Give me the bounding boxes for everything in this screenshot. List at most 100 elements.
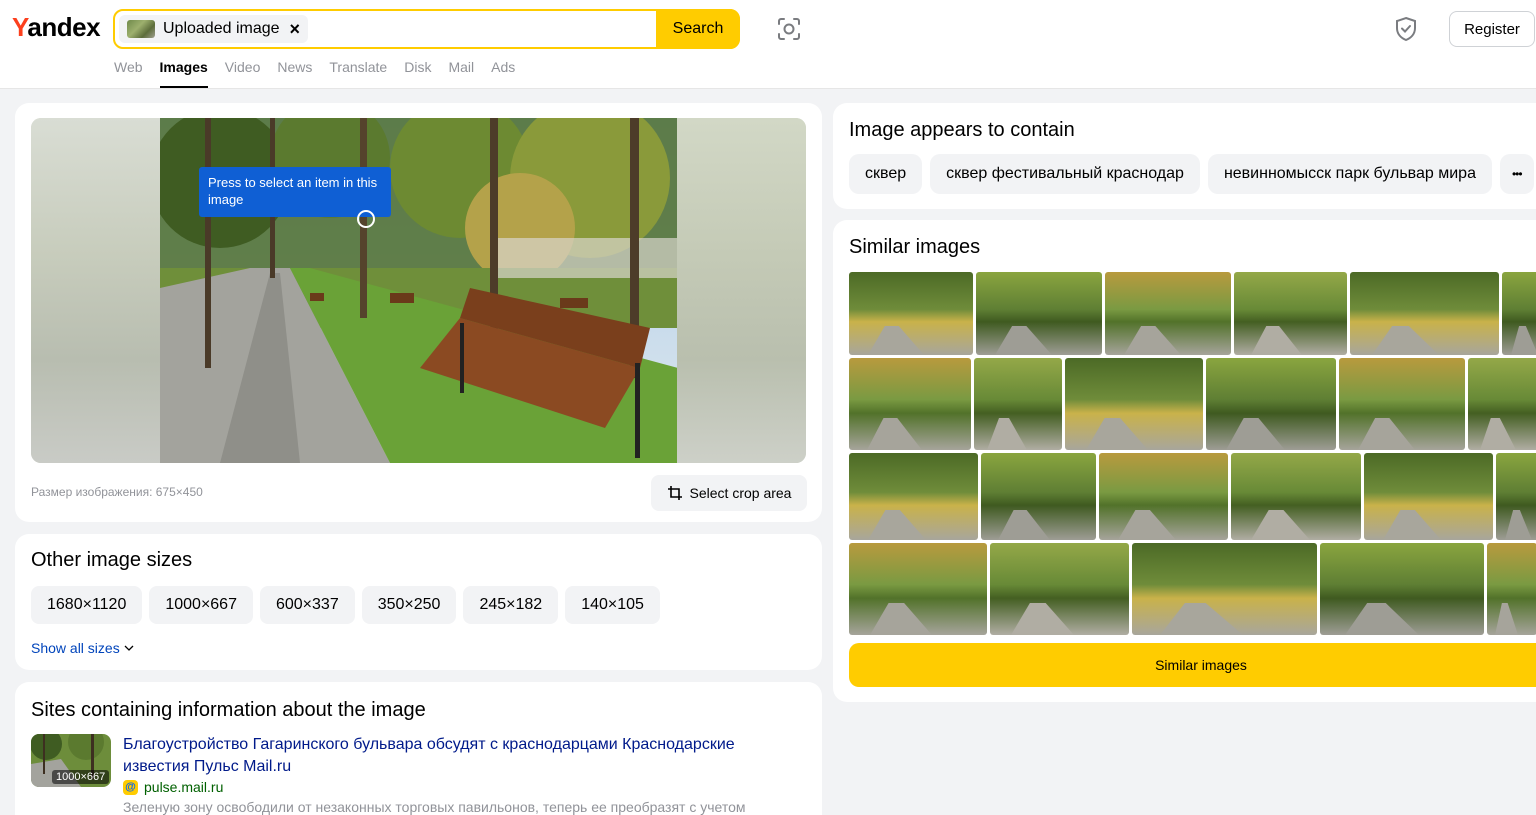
- select-crop-area-button[interactable]: Select crop area: [651, 475, 807, 511]
- similar-image-path: [1226, 418, 1285, 450]
- show-all-sizes-link[interactable]: Show all sizes: [31, 640, 134, 656]
- site-description: Зеленую зону освободили от незаконных то…: [123, 799, 746, 815]
- similar-image-path: [867, 418, 922, 450]
- show-all-sizes-label: Show all sizes: [31, 640, 120, 656]
- similar-image-thumbnail[interactable]: [849, 543, 987, 635]
- register-button[interactable]: Register: [1449, 11, 1535, 47]
- similar-image-thumbnail[interactable]: [981, 453, 1096, 540]
- similar-image-path: [1118, 510, 1176, 540]
- similar-image-path: [1505, 510, 1532, 540]
- size-chip[interactable]: 600×337: [259, 586, 355, 624]
- blurred-edge-right: [677, 118, 806, 463]
- uploaded-image-thumbnail: [127, 20, 155, 38]
- similar-image-thumbnail[interactable]: [1496, 453, 1536, 540]
- similar-image-thumbnail[interactable]: [990, 543, 1129, 635]
- similar-image-thumbnail[interactable]: [1320, 543, 1484, 635]
- similar-image-thumbnail[interactable]: [974, 358, 1062, 450]
- select-pointer-icon[interactable]: [357, 210, 375, 228]
- similar-image-path: [1372, 326, 1439, 355]
- similar-images-grid: [849, 272, 1536, 635]
- mail-at-icon: @: [123, 779, 138, 795]
- similar-image-path: [1086, 418, 1148, 450]
- search-bar[interactable]: Uploaded image × Search: [113, 9, 740, 49]
- similar-image-thumbnail[interactable]: [1132, 543, 1317, 635]
- similar-image-thumbnail[interactable]: [849, 453, 978, 540]
- similar-image-path: [1011, 603, 1074, 635]
- similar-image-thumbnail[interactable]: [1364, 453, 1493, 540]
- tag-chip[interactable]: сквер: [849, 154, 923, 194]
- site-result-link[interactable]: Благоустройство Гагаринского бульвара об…: [123, 734, 803, 778]
- similar-image-path: [1495, 603, 1518, 635]
- more-tags-button[interactable]: •••: [1499, 154, 1534, 194]
- similar-image-thumbnail[interactable]: [976, 272, 1102, 355]
- chevron-down-icon: [124, 645, 134, 651]
- logo-text: andex: [27, 12, 101, 42]
- tab-web[interactable]: Web: [114, 59, 143, 89]
- size-chip[interactable]: 245×182: [463, 586, 559, 624]
- similar-image-thumbnail[interactable]: [1339, 358, 1465, 450]
- similar-image-path: [1511, 326, 1536, 355]
- image-contains-title: Image appears to contain: [849, 119, 1075, 141]
- similar-image-thumbnail[interactable]: [849, 272, 973, 355]
- tab-video[interactable]: Video: [225, 59, 261, 89]
- similar-images-button[interactable]: Similar images: [849, 643, 1536, 687]
- similar-image-path: [998, 510, 1050, 540]
- search-tabs: Web Images Video News Translate Disk Mai…: [114, 59, 532, 89]
- logo-letter: Y: [12, 12, 28, 42]
- site-domain[interactable]: @ pulse.mail.ru: [123, 779, 223, 795]
- tab-mail[interactable]: Mail: [448, 59, 474, 89]
- similar-image-thumbnail[interactable]: [1234, 272, 1347, 355]
- uploaded-image-label: Uploaded image: [163, 20, 280, 37]
- size-list: 1680×1120 1000×667 600×337 350×250 245×1…: [31, 586, 660, 624]
- camera-search-icon[interactable]: [776, 16, 802, 42]
- similar-image-thumbnail[interactable]: [1065, 358, 1203, 450]
- other-sizes-card: Other image sizes 1680×1120 1000×667 600…: [15, 534, 822, 670]
- similar-images-title: Similar images: [849, 236, 981, 258]
- close-icon[interactable]: ×: [290, 20, 301, 38]
- sites-title: Sites containing information about the i…: [31, 699, 426, 721]
- search-button[interactable]: Search: [656, 9, 740, 49]
- tag-list: сквер сквер фестивальный краснодар невин…: [849, 154, 1534, 194]
- site-thumbnail[interactable]: 1000×667: [31, 734, 111, 787]
- similar-image-path: [995, 326, 1052, 355]
- tab-news[interactable]: News: [277, 59, 312, 89]
- crop-icon: [667, 486, 682, 500]
- similar-image-thumbnail[interactable]: [1099, 453, 1228, 540]
- shield-icon[interactable]: [1394, 16, 1418, 42]
- tag-chip[interactable]: невинномысск парк бульвар мира: [1207, 154, 1492, 194]
- other-sizes-title: Other image sizes: [31, 549, 193, 571]
- tag-chip[interactable]: сквер фестивальный краснодар: [930, 154, 1200, 194]
- site-domain-text: pulse.mail.ru: [144, 779, 224, 795]
- similar-image-thumbnail[interactable]: [1206, 358, 1336, 450]
- select-crop-area-label: Select crop area: [689, 485, 792, 501]
- yandex-logo[interactable]: Yandex: [12, 12, 101, 43]
- similar-image-path: [1358, 418, 1415, 450]
- tab-disk[interactable]: Disk: [404, 59, 431, 89]
- size-chip[interactable]: 1680×1120: [31, 586, 143, 624]
- blurred-edge-left: [31, 118, 160, 463]
- tab-ads[interactable]: Ads: [491, 59, 515, 89]
- similar-image-thumbnail[interactable]: [1105, 272, 1231, 355]
- size-chip[interactable]: 1000×667: [149, 586, 253, 624]
- similar-image-path: [1383, 510, 1441, 540]
- size-chip[interactable]: 350×250: [361, 586, 457, 624]
- tab-images[interactable]: Images: [159, 59, 209, 89]
- similar-image-path: [868, 326, 924, 355]
- image-size-text: Размер изображения: 675×450: [31, 485, 203, 499]
- size-chip[interactable]: 140×105: [565, 586, 660, 624]
- similar-image-thumbnail[interactable]: [1487, 543, 1536, 635]
- sites-card: Sites containing information about the i…: [15, 682, 822, 815]
- similar-image-thumbnail[interactable]: [1231, 453, 1361, 540]
- similar-image-path: [1124, 326, 1181, 355]
- similar-image-path: [1160, 603, 1243, 635]
- similar-image-thumbnail[interactable]: [1502, 272, 1536, 355]
- image-contains-card: Image appears to contain сквер сквер фес…: [833, 103, 1536, 209]
- uploaded-image-chip[interactable]: Uploaded image ×: [119, 15, 309, 43]
- tab-translate[interactable]: Translate: [329, 59, 387, 89]
- similar-image-path: [870, 603, 932, 635]
- image-preview[interactable]: Press to select an item in this image: [31, 118, 806, 463]
- similar-image-thumbnail[interactable]: [849, 358, 971, 450]
- similar-image-path: [1251, 510, 1310, 540]
- similar-image-thumbnail[interactable]: [1350, 272, 1499, 355]
- similar-image-thumbnail[interactable]: [1468, 358, 1536, 450]
